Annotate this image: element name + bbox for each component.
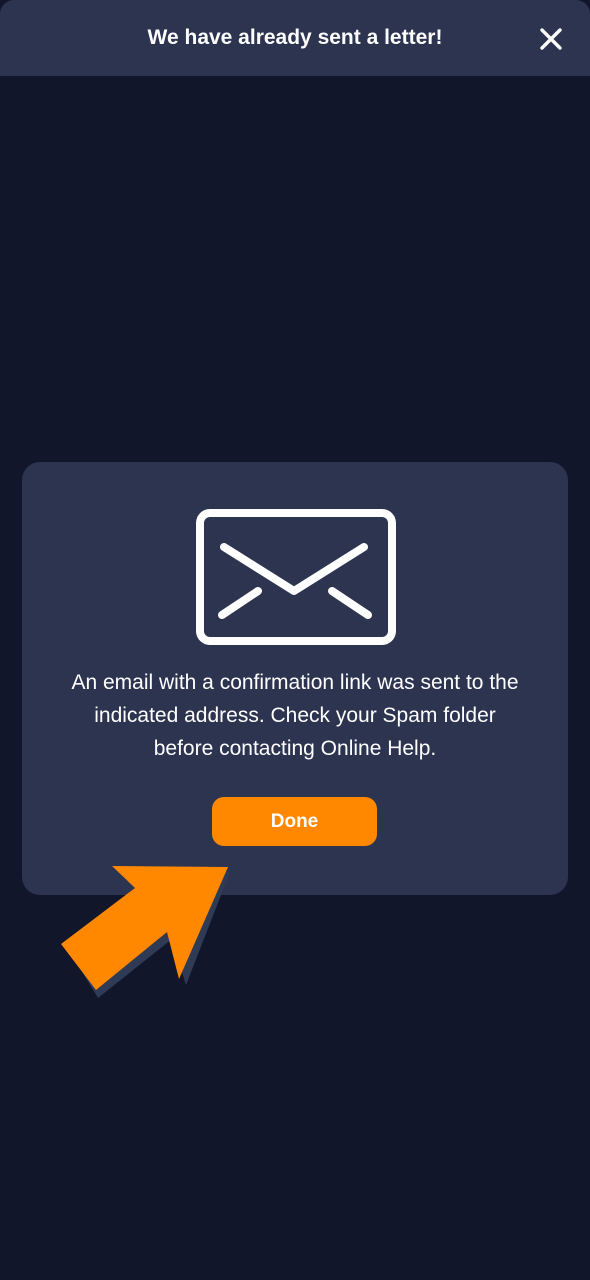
confirmation-message: An email with a confirmation link was se…	[71, 671, 519, 760]
close-icon	[540, 28, 562, 50]
modal-header: We have already sent a letter!	[0, 0, 590, 76]
envelope-icon	[196, 509, 396, 645]
done-button[interactable]: Done	[212, 797, 377, 846]
pointer-arrow-icon	[61, 866, 230, 998]
close-button[interactable]	[533, 21, 569, 57]
modal-title: We have already sent a letter!	[147, 26, 443, 49]
confirmation-card: An email with a confirmation link was se…	[22, 462, 568, 895]
